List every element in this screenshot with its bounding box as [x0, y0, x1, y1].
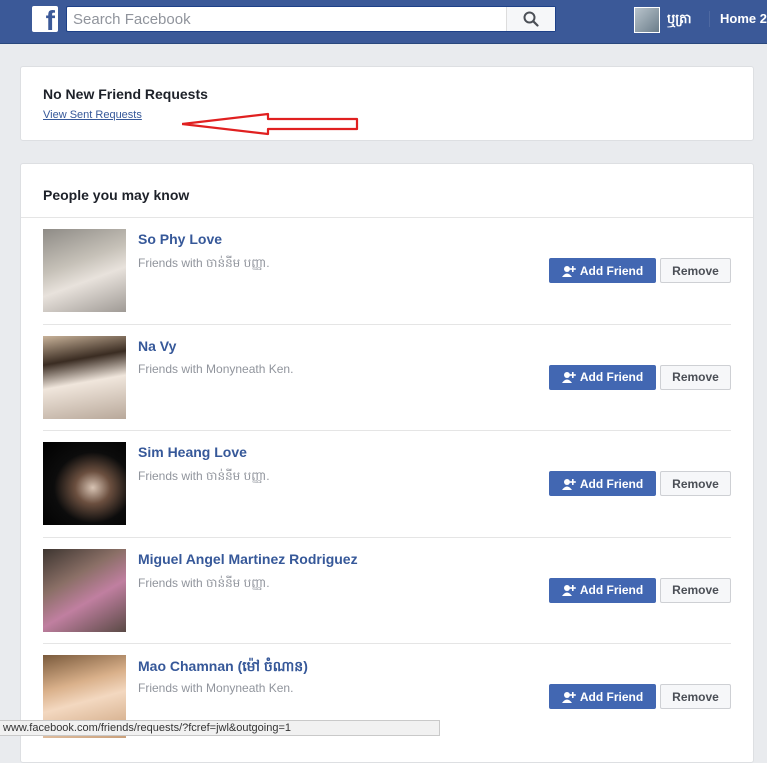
- friend-requests-card: No New Friend Requests View Sent Request…: [20, 66, 754, 141]
- profile-photo[interactable]: [43, 548, 126, 632]
- add-friend-label: Add Friend: [579, 583, 644, 597]
- add-friend-icon: [561, 478, 576, 490]
- mutual-friends: Friends with Monyneath Ken.: [138, 361, 294, 376]
- add-friend-button[interactable]: Add Friend: [549, 471, 656, 496]
- mutual-friends: Friends with ចាន់នីម បញ្ញា.: [138, 256, 270, 270]
- view-sent-requests-link[interactable]: View Sent Requests: [43, 109, 142, 121]
- avatar: [634, 7, 660, 33]
- add-friend-button[interactable]: Add Friend: [549, 684, 656, 709]
- list-item: Sim Heang Love Friends with ចាន់នីម បញ្ញ…: [43, 430, 731, 537]
- add-friend-icon: [561, 372, 576, 383]
- people-you-may-know-card: People you may know So Phy Love Friends …: [20, 163, 754, 763]
- add-friend-label: Add Friend: [579, 370, 644, 384]
- list-item: So Phy Love Friends with ចាន់នីម បញ្ញា. …: [43, 218, 731, 324]
- add-friend-icon: [561, 691, 576, 703]
- person-name[interactable]: So Phy Love: [138, 231, 222, 247]
- profile-name: ឬត្រា: [667, 10, 692, 26]
- search-icon: [523, 11, 539, 27]
- person-name[interactable]: Miguel Angel Martinez Rodriguez: [138, 551, 358, 567]
- home-count: 2: [759, 11, 767, 26]
- profile-photo[interactable]: [43, 442, 126, 525]
- search-box: [66, 6, 556, 32]
- mutual-friends: Friends with ចាន់នីម បញ្ញា.: [138, 469, 270, 483]
- facebook-logo-letter: f: [45, 5, 55, 36]
- remove-button[interactable]: Remove: [660, 577, 731, 603]
- home-label: Home: [720, 11, 757, 26]
- add-friend-icon: [561, 265, 576, 277]
- home-link[interactable]: Home 2: [720, 11, 767, 26]
- add-friend-label: Add Friend: [579, 689, 644, 704]
- add-friend-button[interactable]: Add Friend: [549, 577, 656, 603]
- search-input[interactable]: [67, 8, 506, 30]
- friend-requests-title: No New Friend Requests: [43, 86, 208, 102]
- profile-link[interactable]: ឬត្រា: [634, 7, 692, 33]
- profile-photo[interactable]: [43, 229, 126, 312]
- remove-button[interactable]: Remove: [660, 258, 731, 283]
- facebook-logo-icon[interactable]: f: [32, 5, 58, 36]
- remove-button[interactable]: Remove: [660, 471, 731, 496]
- section-title: People you may know: [21, 164, 753, 218]
- person-name[interactable]: Na Vy: [138, 338, 176, 354]
- add-friend-icon: [561, 585, 576, 596]
- add-friend-button[interactable]: Add Friend: [549, 258, 656, 283]
- mutual-friends: Friends with ចាន់នីម បញ្ញា.: [138, 575, 270, 590]
- person-name[interactable]: Sim Heang Love: [138, 444, 247, 460]
- remove-button[interactable]: Remove: [660, 364, 731, 390]
- add-friend-button[interactable]: Add Friend: [549, 364, 656, 390]
- search-button[interactable]: [506, 7, 555, 31]
- browser-status-bar: www.facebook.com/friends/requests/?fcref…: [0, 720, 440, 736]
- list-item: Miguel Angel Martinez Rodriguez Friends …: [43, 536, 731, 644]
- person-name[interactable]: Mao Chamnan (ម៉ៅ ចំណាន): [138, 657, 308, 678]
- top-navigation-bar: f ឬត្រា Home 2: [0, 0, 767, 44]
- list-item: Na Vy Friends with Monyneath Ken. Add Fr…: [43, 323, 731, 431]
- profile-photo[interactable]: [43, 335, 126, 419]
- add-friend-label: Add Friend: [579, 263, 644, 278]
- nav-divider: [709, 11, 710, 27]
- add-friend-label: Add Friend: [579, 476, 644, 491]
- remove-button[interactable]: Remove: [660, 684, 731, 709]
- mutual-friends: Friends with Monyneath Ken.: [138, 681, 294, 695]
- red-arrow-annotation: [182, 112, 359, 136]
